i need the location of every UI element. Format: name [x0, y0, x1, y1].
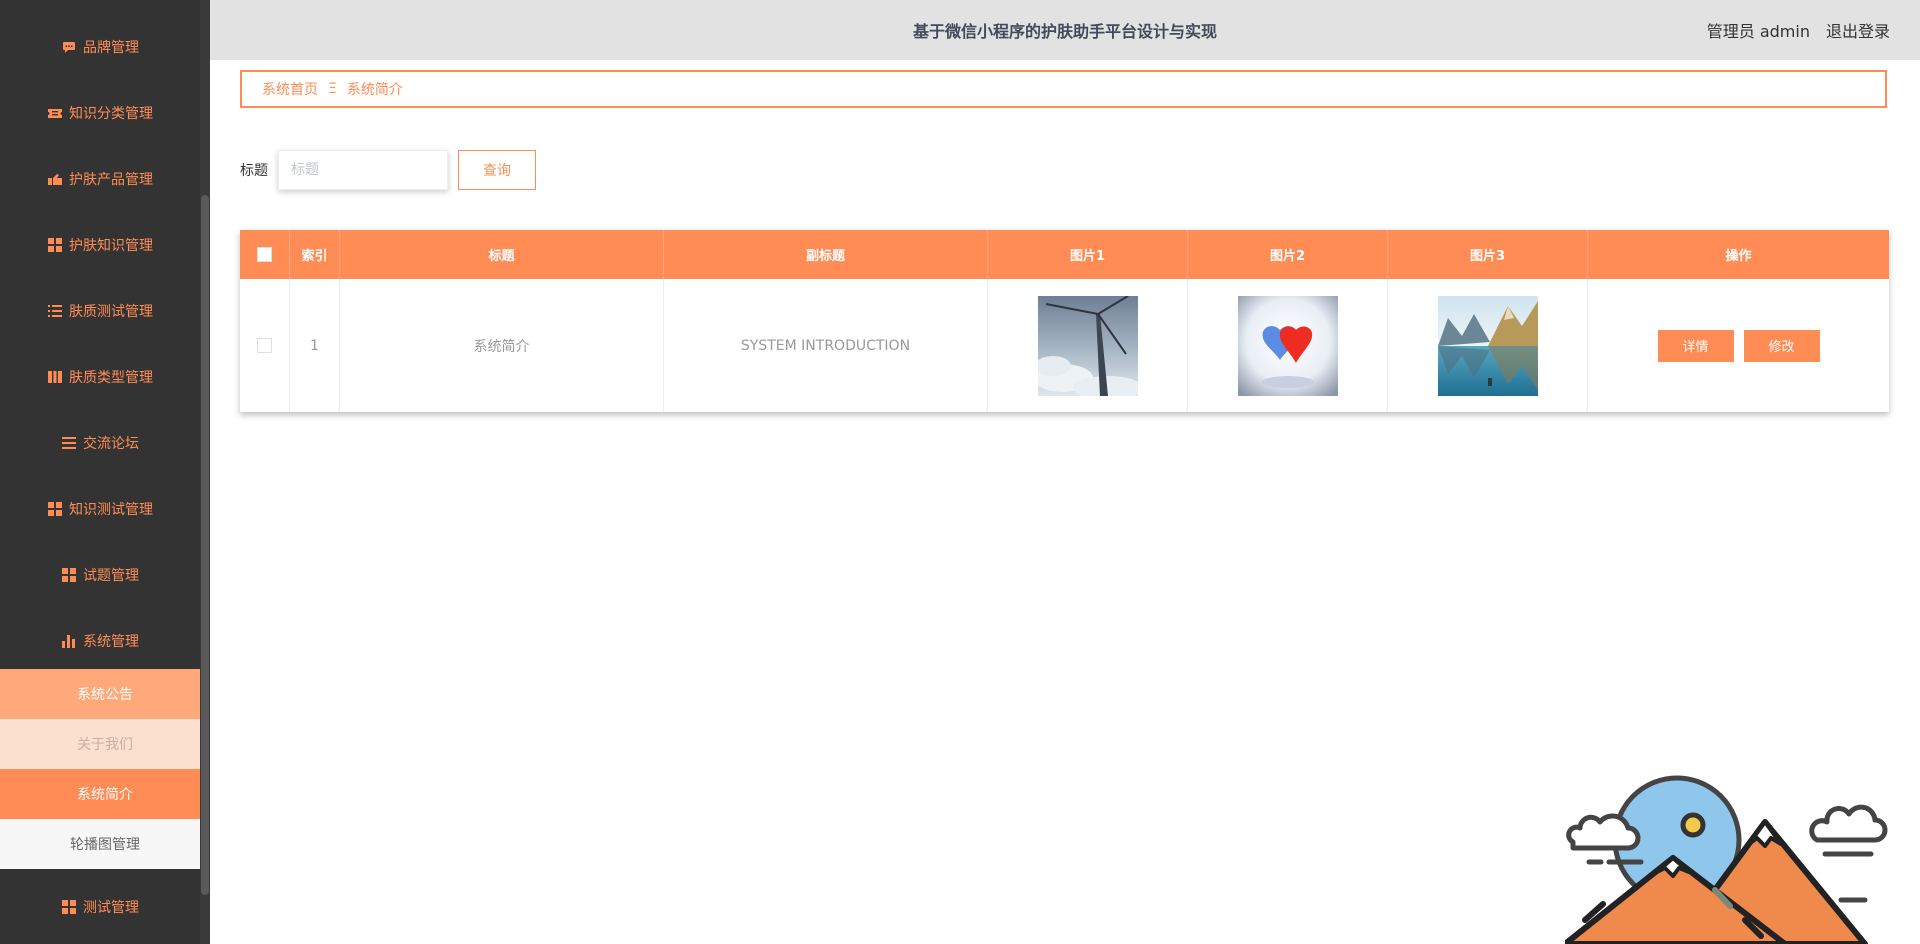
chart-icon [61, 633, 77, 649]
sidebar-item-label: 知识测试管理 [69, 502, 153, 518]
header-checkbox-cell [240, 230, 290, 279]
chat-icon [61, 39, 77, 55]
submenu-item-about[interactable]: 关于我们 [0, 719, 210, 769]
sidebar-item-label: 肤质测试管理 [69, 304, 153, 320]
submenu-item-carousel[interactable]: 轮播图管理 [0, 819, 210, 869]
sidebar-item-knowledge-category[interactable]: 知识分类管理 [0, 80, 200, 146]
table-row: 1 系统简介 SYSTEM INTRODUCTION 详情 修改 [240, 279, 1889, 412]
submenu-item-label: 系统简介 [77, 787, 133, 803]
logout-link[interactable]: 退出登录 [1826, 18, 1890, 42]
bars-icon [61, 435, 77, 451]
sidebar-item-label: 试题管理 [83, 568, 139, 584]
wind-turbine-photo[interactable] [1037, 295, 1138, 396]
sidebar-item-label: 肤质类型管理 [69, 370, 153, 386]
heart-balloons-photo[interactable] [1237, 295, 1338, 396]
header-title: 标题 [340, 230, 664, 279]
sidebar-scrollbar[interactable] [200, 0, 210, 944]
sidebar-item-label: 品牌管理 [83, 40, 139, 56]
submenu-item-intro[interactable]: 系统简介 [0, 769, 210, 819]
list-icon [47, 303, 63, 319]
search-button[interactable]: 查询 [458, 150, 536, 190]
sidebar-item-skin-type[interactable]: 肤质类型管理 [0, 344, 200, 410]
mountain-lake-photo[interactable] [1437, 295, 1538, 396]
sidebar-item-label: 交流论坛 [83, 436, 139, 452]
row-actions-cell: 详情 修改 [1588, 279, 1889, 412]
submenu-item-label: 轮播图管理 [70, 837, 140, 853]
row-image2-cell [1188, 279, 1388, 412]
row-subtitle: SYSTEM INTRODUCTION [664, 279, 988, 412]
header-index: 索引 [290, 230, 340, 279]
header-image3: 图片3 [1388, 230, 1588, 279]
grid-icon [61, 899, 77, 915]
book-icon [47, 369, 63, 385]
row-image1-cell [988, 279, 1188, 412]
submenu-item-label: 系统公告 [77, 687, 133, 703]
data-table: 索引 标题 副标题 图片1 图片2 图片3 操作 1 系统简介 SYSTEM I… [240, 230, 1889, 412]
sidebar-item-label: 护肤产品管理 [69, 172, 153, 188]
search-label: 标题 [240, 163, 268, 179]
breadcrumb-current: 系统简介 [346, 82, 403, 98]
grid-icon [47, 501, 63, 517]
user-label: 管理员 admin [1706, 22, 1810, 41]
breadcrumb-separator-icon: Ξ [328, 81, 337, 97]
table-header: 索引 标题 副标题 图片1 图片2 图片3 操作 [240, 230, 1889, 279]
sidebar: 品牌管理 知识分类管理 护肤产品管理 护肤知识管理 肤质测试管理 肤质类型管理 [0, 0, 210, 944]
sidebar-item-skincare-product[interactable]: 护肤产品管理 [0, 146, 200, 212]
sidebar-item-knowledge-test[interactable]: 知识测试管理 [0, 476, 200, 542]
sidebar-item-brand[interactable]: 品牌管理 [0, 14, 200, 80]
top-header: 基于微信小程序的护肤助手平台设计与实现 管理员 admin 退出登录 [210, 0, 1920, 60]
row-title: 系统简介 [340, 279, 664, 412]
sidebar-item-label: 测试管理 [83, 900, 139, 916]
header-image1: 图片1 [988, 230, 1188, 279]
user-area: 管理员 admin 退出登录 [1691, 0, 1890, 60]
header-subtitle: 副标题 [664, 230, 988, 279]
submenu-item-label: 关于我们 [77, 737, 133, 753]
sidebar-item-question[interactable]: 试题管理 [0, 542, 200, 608]
grid-icon [47, 237, 63, 253]
breadcrumb: 系统首页 Ξ 系统简介 [240, 70, 1887, 108]
row-index: 1 [290, 279, 340, 412]
hand-icon [47, 171, 63, 187]
submenu-item-notice[interactable]: 系统公告 [0, 669, 210, 719]
sidebar-scrollbar-thumb[interactable] [201, 195, 209, 895]
sidebar-item-label: 知识分类管理 [69, 106, 153, 122]
grid-icon [61, 567, 77, 583]
search-input[interactable] [278, 150, 448, 190]
sidebar-item-system[interactable]: 系统管理 [0, 608, 200, 674]
edit-button[interactable]: 修改 [1743, 329, 1820, 362]
ticket-icon [47, 105, 63, 121]
sidebar-item-skin-test[interactable]: 肤质测试管理 [0, 278, 200, 344]
header-actions: 操作 [1725, 249, 1752, 264]
detail-button[interactable]: 详情 [1657, 329, 1734, 362]
sidebar-item-label: 护肤知识管理 [69, 238, 153, 254]
row-image3-cell [1388, 279, 1588, 412]
row-checkbox-cell [240, 279, 290, 412]
select-all-checkbox[interactable] [257, 247, 272, 262]
row-checkbox[interactable] [257, 338, 272, 353]
app-title: 基于微信小程序的护肤助手平台设计与实现 [912, 22, 1217, 41]
sidebar-item-label: 系统管理 [83, 634, 139, 650]
header-image2: 图片2 [1188, 230, 1388, 279]
sidebar-item-test[interactable]: 测试管理 [0, 874, 200, 940]
breadcrumb-home[interactable]: 系统首页 [262, 79, 318, 99]
search-bar: 标题 查询 [240, 150, 536, 190]
mountain-sun-illustration [1565, 775, 1888, 944]
sidebar-item-forum[interactable]: 交流论坛 [0, 410, 200, 476]
sidebar-item-skincare-knowledge[interactable]: 护肤知识管理 [0, 212, 200, 278]
